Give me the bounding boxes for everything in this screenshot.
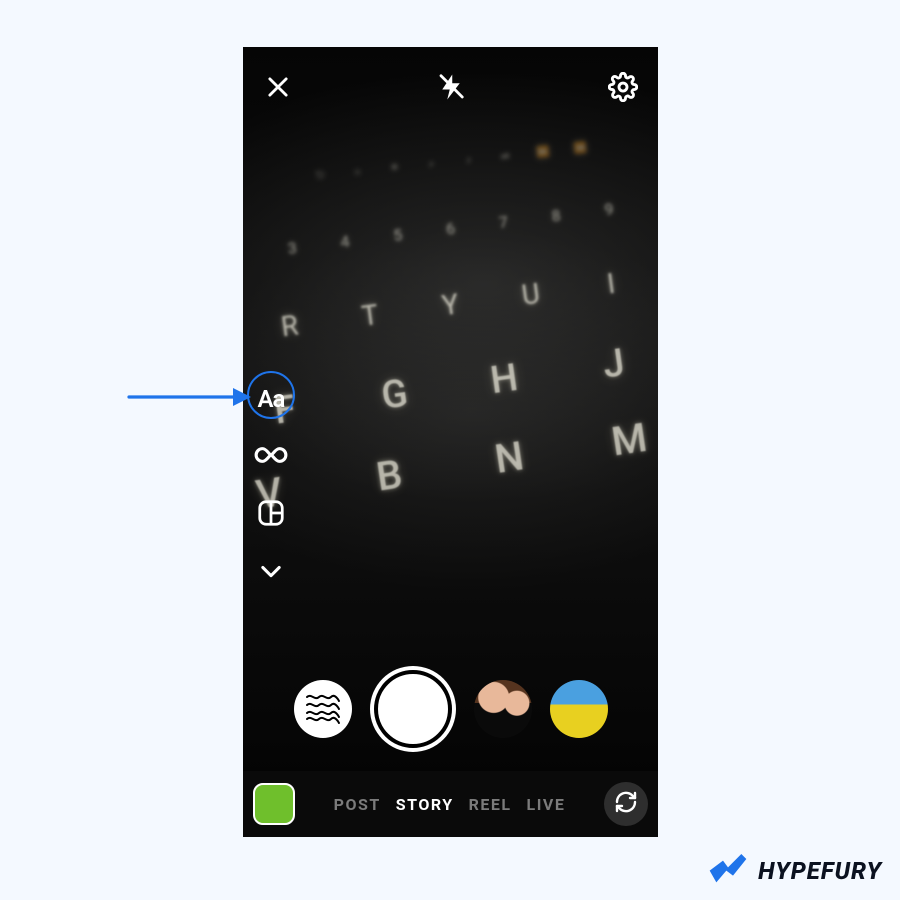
expand-tools[interactable] — [249, 551, 293, 595]
kbd-row-num: 3456789 — [243, 194, 657, 263]
kbd-row-fn: ⎋☼☀⌕♪⏯⏩⏪ — [254, 135, 647, 189]
gallery-button[interactable] — [253, 783, 295, 825]
kbd-row-bot: VBNM — [243, 407, 658, 526]
wave-icon — [303, 687, 343, 731]
kbd-row-home: FGHJ — [243, 332, 658, 441]
effects-carousel[interactable] — [243, 659, 658, 759]
hypefury-watermark: HYPEFURY — [708, 852, 882, 890]
create-tools-rail: Aa — [249, 377, 293, 595]
layout-icon — [256, 498, 286, 532]
kbd-row-top: RTYUI — [243, 262, 658, 350]
shutter-button[interactable] — [370, 666, 456, 752]
camera-flip-button[interactable] — [604, 782, 648, 826]
hypefury-bird-icon — [708, 852, 748, 890]
flash-toggle[interactable] — [428, 64, 474, 110]
mode-bar: POST STORY REEL LIVE — [243, 771, 658, 837]
camera-flip-icon — [614, 790, 638, 818]
close-button[interactable] — [255, 64, 301, 110]
effect-face[interactable] — [474, 680, 532, 738]
close-icon — [264, 73, 292, 101]
hypefury-name: HYPEFURY — [758, 857, 882, 885]
chevron-down-icon — [257, 557, 285, 589]
phone-screen: ⎋☼☀⌕♪⏯⏩⏪ 3456789 RTYUI FGHJ VBNM — [243, 47, 658, 837]
infinity-icon — [254, 438, 288, 476]
effect-wave[interactable] — [294, 680, 352, 738]
flash-off-icon — [436, 72, 466, 102]
mode-reel[interactable]: REEL — [469, 795, 512, 814]
annotation-arrow — [125, 382, 255, 412]
boomerang-tool[interactable] — [249, 435, 293, 479]
mode-story[interactable]: STORY — [396, 795, 454, 814]
mode-live[interactable]: LIVE — [527, 795, 566, 814]
camera-top-bar — [243, 47, 658, 127]
mode-tabs: POST STORY REEL LIVE — [295, 795, 604, 814]
text-tool-label: Aa — [258, 385, 285, 413]
text-tool[interactable]: Aa — [249, 377, 293, 421]
layout-tool[interactable] — [249, 493, 293, 537]
effect-landscape[interactable] — [550, 680, 608, 738]
settings-button[interactable] — [600, 64, 646, 110]
mode-post[interactable]: POST — [334, 795, 381, 814]
gear-icon — [608, 72, 638, 102]
